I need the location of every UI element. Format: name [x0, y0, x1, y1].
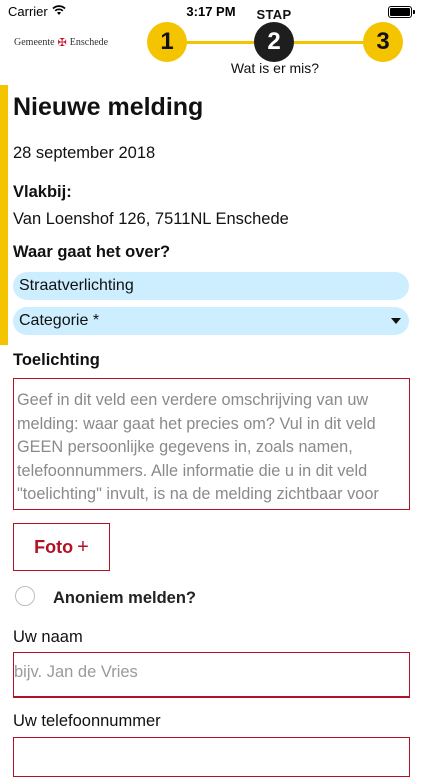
stepper-title: STAP — [256, 7, 292, 22]
name-label: Uw naam — [13, 628, 83, 646]
plus-icon: + — [77, 535, 89, 558]
explanation-label: Toelichting — [13, 351, 100, 369]
step-caption: Wat is er mis? — [230, 60, 320, 76]
status-bar: Carrier 3:17 PM — [0, 0, 422, 22]
page-title: Nieuwe melding — [13, 93, 204, 121]
clock: 3:17 PM — [186, 4, 236, 19]
progress-stepper: STAP 1 2 3 Wat is er mis? — [145, 7, 407, 80]
name-placeholder: bijv. Jan de Vries — [14, 663, 138, 681]
logo-text: Gemeente — [14, 37, 55, 48]
phone-label: Uw telefoonnummer — [13, 712, 161, 730]
step-3[interactable]: 3 — [363, 22, 403, 62]
logo-city: Enschede — [69, 37, 109, 48]
category-select[interactable]: Categorie * — [13, 307, 409, 335]
step-2[interactable]: 2 — [254, 22, 294, 62]
phone-input[interactable] — [13, 737, 410, 777]
explanation-placeholder: Geef in dit veld een verdere omschrijvin… — [17, 391, 379, 503]
anonymous-radio[interactable] — [15, 586, 35, 606]
report-date: 28 september 2018 — [13, 144, 156, 162]
category-value: Categorie * — [19, 312, 100, 329]
anonymous-label[interactable]: Anoniem melden? — [53, 589, 196, 608]
crest-icon: ✠ — [57, 37, 67, 49]
dropdown-caret-icon — [391, 318, 401, 324]
topic-value: Straatverlichting — [19, 277, 134, 294]
battery-icon — [388, 6, 415, 18]
photo-button-label: Foto — [34, 536, 74, 557]
topic-select[interactable]: Straatverlichting — [13, 272, 409, 300]
municipality-logo: Gemeente ✠ Enschede — [14, 36, 108, 49]
name-input[interactable]: bijv. Jan de Vries — [13, 652, 410, 698]
explanation-textarea[interactable]: Geef in dit veld een verdere omschrijvin… — [13, 378, 410, 510]
about-label: Waar gaat het over? — [13, 243, 171, 261]
step-1[interactable]: 1 — [147, 22, 187, 62]
near-label: Vlakbij: — [13, 183, 72, 201]
address-value: Van Loenshof 126, 7511NL Enschede — [13, 210, 289, 228]
accent-bar — [0, 85, 8, 345]
add-photo-button[interactable]: Foto + — [13, 523, 110, 571]
